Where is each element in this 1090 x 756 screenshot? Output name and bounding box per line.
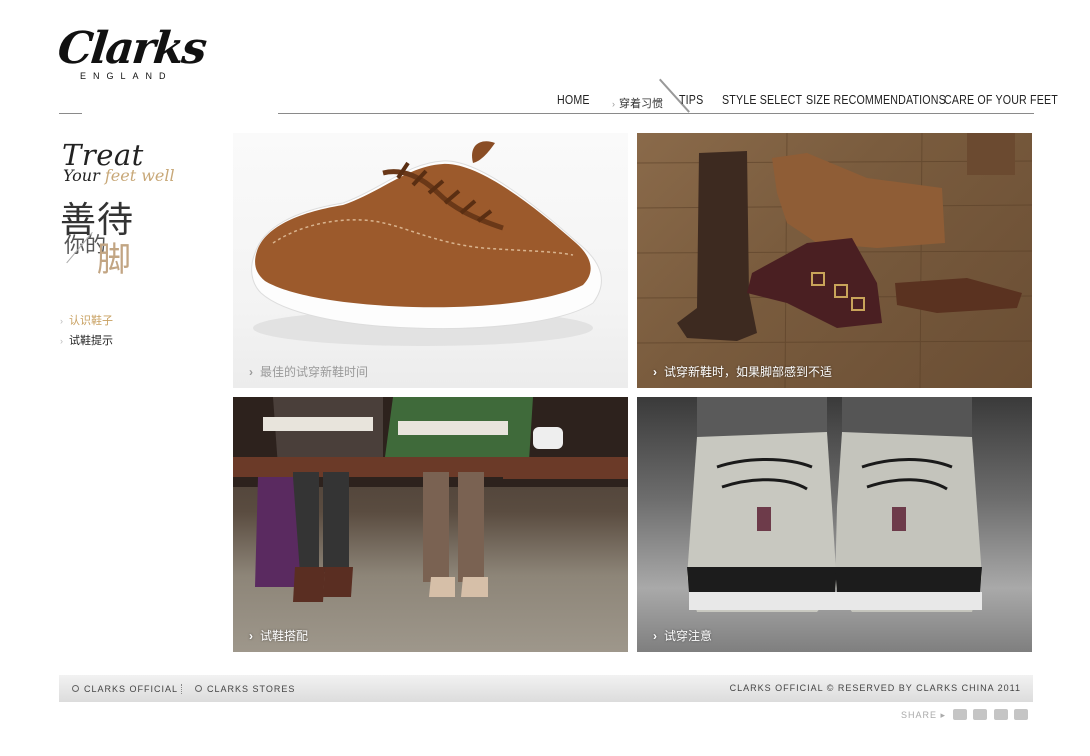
footer-copyright: CLARKS OFFICIAL © RESERVED BY CLARKS CHI… — [729, 683, 1021, 693]
boots-image — [637, 133, 1032, 388]
circle-bullet-icon — [195, 685, 202, 692]
slogan-your: Your — [63, 166, 100, 185]
tile-fitting-notes[interactable]: › 试穿注意 — [637, 397, 1032, 652]
chevron-right-icon: › — [653, 629, 657, 643]
circle-bullet-icon — [72, 685, 79, 692]
leather-shoe-image — [251, 141, 602, 346]
douban-share-icon[interactable] — [993, 709, 1008, 720]
left-divider — [59, 113, 82, 114]
nav-habits[interactable]: › 穿着习惯 — [612, 95, 663, 111]
footer-official-label: CLARKS OFFICIAL — [84, 684, 179, 694]
tile-caption-label: 最佳的试穿新鞋时间 — [260, 365, 369, 379]
chevron-right-icon: › — [249, 365, 253, 379]
nav-tips[interactable]: TIPS — [679, 92, 703, 110]
qzone-share-icon[interactable] — [1014, 709, 1029, 720]
side-item-know-shoes[interactable]: › 认识鞋子 — [60, 312, 113, 328]
nav-care-of-feet[interactable]: CARE OF YOUR FEET — [944, 92, 1058, 110]
slogan-feet-well: feet well — [104, 166, 175, 185]
side-arrow-icon: › — [60, 336, 63, 346]
tile-caption-label: 试穿注意 — [664, 629, 713, 643]
side-item-label: 试鞋提示 — [69, 335, 113, 347]
kaixin-share-icon[interactable] — [973, 709, 988, 720]
tile-fitting-outfit[interactable]: › 试鞋搭配 — [233, 397, 628, 652]
logo-subtitle: ENGLAND — [80, 71, 173, 81]
footer-stores-link[interactable]: CLARKS STORES — [195, 684, 295, 694]
footer-separator — [181, 684, 183, 694]
sneakers-image — [687, 397, 982, 612]
tile-caption: › 最佳的试穿新鞋时间 — [249, 363, 368, 380]
tile-caption: › 试穿注意 — [653, 627, 712, 644]
footer-official-link[interactable]: CLARKS OFFICIAL — [72, 684, 178, 694]
nav-home[interactable]: HOME — [557, 92, 590, 110]
nav-habits-label: 穿着习惯 — [619, 98, 663, 110]
tile-caption-label: 试穿新鞋时，如果脚部感到不适 — [664, 365, 833, 379]
tile-caption: › 试鞋搭配 — [249, 627, 308, 644]
clarks-logo[interactable]: Clarks ENGLAND — [55, 23, 207, 84]
footer-bar: CLARKS OFFICIAL CLARKS STORES CLARKS OFF… — [59, 675, 1033, 702]
logo-wordmark: Clarks — [55, 23, 208, 74]
side-item-label: 认识鞋子 — [69, 315, 113, 327]
tile-caption: › 试穿新鞋时，如果脚部感到不适 — [653, 363, 832, 380]
side-item-fitting-tips[interactable]: › 试鞋提示 — [60, 332, 113, 348]
nav-divider — [278, 113, 1034, 114]
chevron-right-icon: › — [653, 365, 657, 379]
footer-stores-label: CLARKS STORES — [207, 684, 296, 694]
bench-legs-image — [233, 397, 628, 602]
renren-share-icon[interactable] — [952, 709, 967, 720]
tile-discomfort[interactable]: › 试穿新鞋时，如果脚部感到不适 — [637, 133, 1032, 388]
tile-best-fitting-time[interactable]: › 最佳的试穿新鞋时间 — [233, 133, 628, 388]
slogan-your-feet-well: Your feet well — [63, 166, 175, 185]
share-label: SHARE ▸ — [901, 710, 947, 720]
share-bar: SHARE ▸ — [901, 709, 1029, 721]
nav-arrow-icon: › — [612, 99, 615, 109]
chevron-right-icon: › — [249, 629, 253, 643]
nav-style-select[interactable]: STYLE SELECT — [722, 92, 802, 110]
nav-size-recommendations[interactable]: SIZE RECOMMENDATIONS — [806, 92, 946, 110]
side-arrow-icon: › — [60, 316, 63, 326]
tile-caption-label: 试鞋搭配 — [260, 629, 309, 643]
slogan-cn-line3: 脚 — [97, 241, 131, 279]
